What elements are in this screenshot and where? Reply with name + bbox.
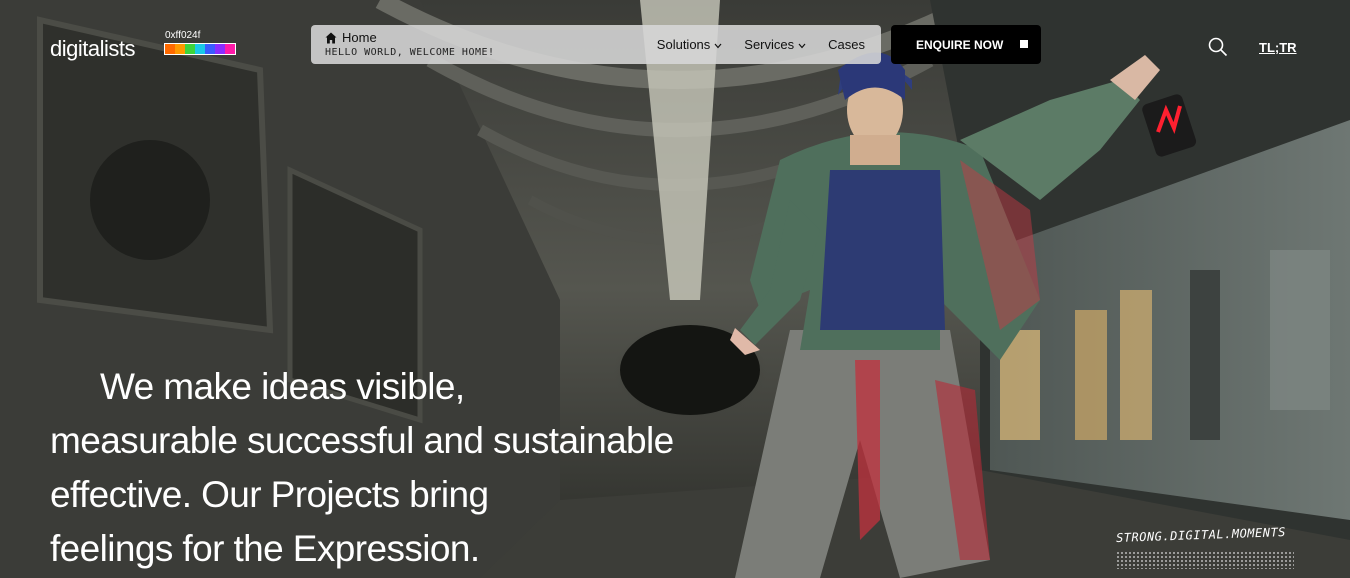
nav-menu: Solutions Services Cases <box>657 37 865 52</box>
enquire-now-button[interactable]: ENQUIRE NOW <box>891 25 1041 64</box>
color-code-label: 0xff024f <box>165 30 201 41</box>
headline-line: feelings for the Expression. <box>50 528 480 569</box>
nav-item-label: Services <box>744 37 795 52</box>
home-link-label: Home <box>342 30 377 45</box>
nav-item-label: Solutions <box>656 37 711 52</box>
enquire-now-label: ENQUIRE NOW <box>916 37 1004 52</box>
color-swatch <box>165 44 175 54</box>
dot-pattern-decoration <box>1116 551 1294 569</box>
color-swatch <box>195 44 205 54</box>
color-swatch <box>225 44 235 54</box>
search-icon[interactable] <box>1207 36 1229 58</box>
nav-item-cases[interactable]: Cases <box>828 37 865 52</box>
headline-line: We make ideas visible, <box>100 366 465 407</box>
square-icon <box>1020 40 1028 48</box>
headline-line: measurable successful and sustainable <box>50 420 674 461</box>
chevron-down-icon <box>798 40 806 49</box>
color-swatch <box>185 44 195 54</box>
logo[interactable]: digitalists <box>50 36 135 62</box>
home-icon <box>325 32 337 44</box>
headline-line: effective. Our Projects bring <box>50 474 489 515</box>
color-swatch-bar <box>164 43 236 55</box>
color-swatch <box>215 44 225 54</box>
nav-item-label: Cases <box>828 37 865 52</box>
color-swatch <box>175 44 185 54</box>
nav-item-services[interactable]: Services <box>744 37 806 52</box>
chevron-down-icon <box>714 40 722 49</box>
home-link[interactable]: Home <box>325 30 377 45</box>
welcome-message: HELLO WORLD, WELCOME HOME! <box>325 47 495 58</box>
hero-headline: We make ideas visible, measurable succes… <box>50 360 750 576</box>
main-navigation: Home HELLO WORLD, WELCOME HOME! Solution… <box>311 25 881 64</box>
hero-section: digitalists 0xff024f Home HELLO WORLD, W… <box>0 0 1350 578</box>
color-swatch <box>205 44 215 54</box>
tldr-link[interactable]: TL;TR <box>1259 40 1297 55</box>
nav-item-solutions[interactable]: Solutions <box>657 37 722 52</box>
